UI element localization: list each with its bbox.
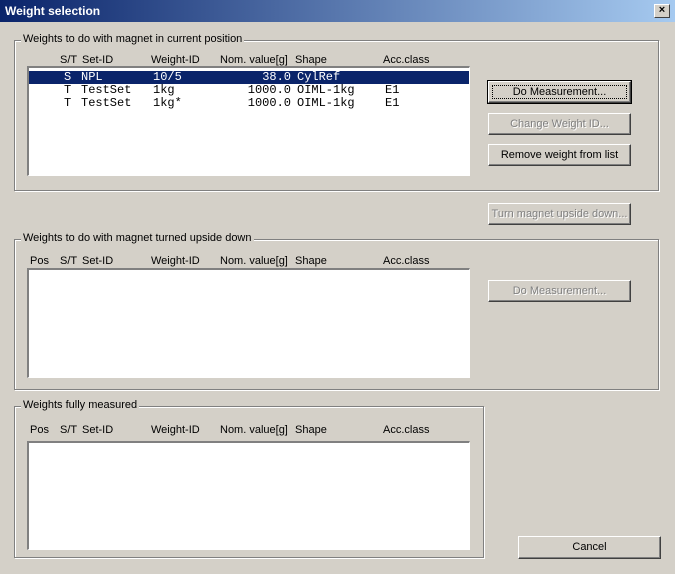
col-header-nom-value: Nom. value[g] [220,424,288,436]
col-header-weight-id: Weight-ID [151,255,200,267]
list-item[interactable]: T TestSet 1kg* 1000.0 OIML-1kg E1 [29,97,469,110]
group-fully-measured-label: Weights fully measured [21,399,140,411]
change-weight-id-button[interactable]: Change Weight ID... [488,113,631,135]
group-current-position-label: Weights to do with magnet in current pos… [21,33,245,45]
group-upside-down-label: Weights to do with magnet turned upside … [21,232,254,244]
do-measurement-upside-down-button[interactable]: Do Measurement... [488,280,631,302]
col-header-nom-value: Nom. value[g] [220,54,288,66]
close-icon[interactable]: × [654,4,670,18]
col-header-set-id: Set-ID [82,255,114,267]
cell-shape: OIML-1kg [297,96,355,110]
cell-set-id: TestSet [81,96,132,110]
col-header-st: S/T [60,424,78,436]
cell-nom-value: 1000.0 [247,96,291,110]
cell-acc-class: E1 [385,96,400,110]
col-header-acc-class: Acc.class [383,54,430,66]
col-header-shape: Shape [295,255,327,267]
col-header-acc-class: Acc.class [383,424,430,436]
focus-rect [492,85,627,99]
weights-current-list[interactable]: S NPL 10/5 38.0 CylRef T TestSet 1kg 100… [27,66,470,176]
col-header-pos: Pos [30,255,49,267]
col-header-shape: Shape [295,424,327,436]
cell-st: T [64,96,72,110]
col-header-pos: Pos [30,424,49,436]
title-bar: Weight selection × [0,0,675,22]
weights-upside-down-list[interactable] [27,268,470,378]
cell-weight-id: 1kg* [153,96,182,110]
col-header-set-id: Set-ID [82,424,114,436]
col-header-weight-id: Weight-ID [151,54,200,66]
cancel-button[interactable]: Cancel [518,536,661,559]
weights-fully-measured-list[interactable] [27,441,470,550]
col-header-shape: Shape [295,54,327,66]
col-header-nom-value: Nom. value[g] [220,255,288,267]
window-title: Weight selection [5,4,101,18]
col-header-set-id: Set-ID [82,54,114,66]
col-header-st: S/T [60,54,78,66]
col-header-weight-id: Weight-ID [151,424,200,436]
col-header-st: S/T [60,255,78,267]
col-header-acc-class: Acc.class [383,255,430,267]
turn-magnet-button[interactable]: Turn magnet upside down... [488,203,631,225]
remove-weight-button[interactable]: Remove weight from list [488,144,631,166]
do-measurement-button[interactable]: Do Measurement... [487,80,632,104]
